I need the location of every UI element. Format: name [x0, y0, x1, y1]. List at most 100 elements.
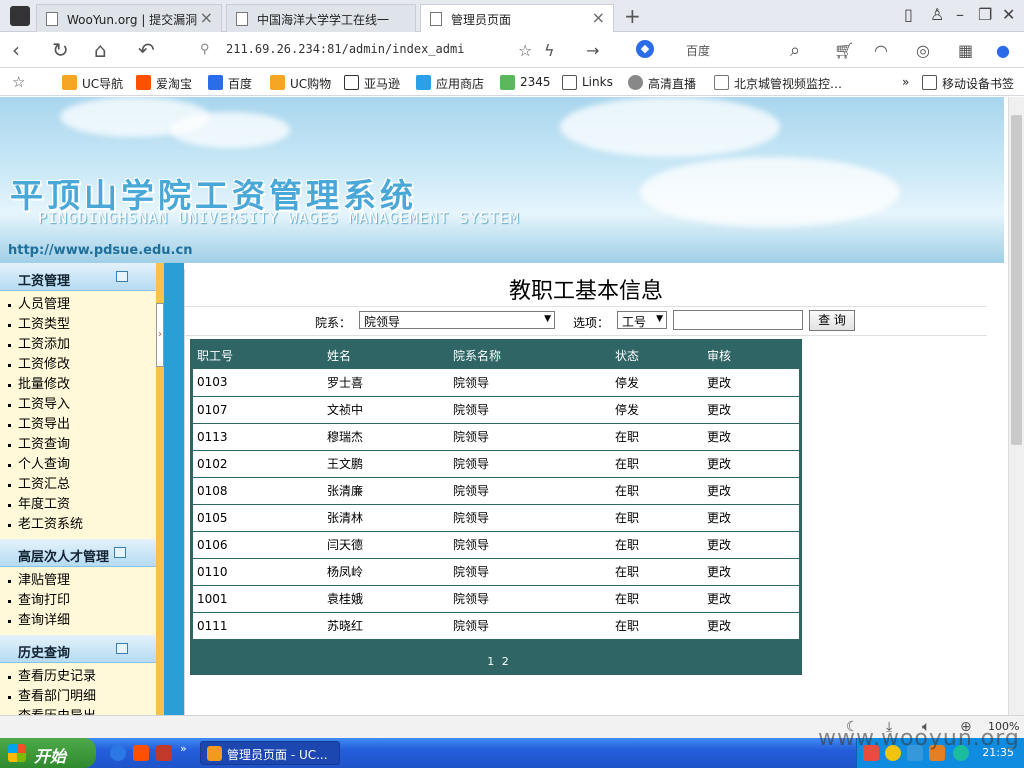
menu-item[interactable]: 工资导入 — [6, 395, 156, 415]
tab-admin-page[interactable]: 管理员页面 × — [420, 4, 614, 32]
taskbar-item-browser[interactable]: 管理员页面 - UC... — [200, 741, 340, 765]
reload-icon[interactable]: ↻ — [52, 38, 69, 62]
browser-logo-icon[interactable] — [10, 6, 30, 26]
bookmark-uc-nav[interactable]: UC导航 — [62, 75, 123, 92]
menu-item[interactable]: 工资修改 — [6, 355, 156, 375]
cell-dept: 院领导 — [449, 369, 611, 397]
edit-link[interactable]: 更改 — [703, 531, 799, 559]
close-window-button[interactable]: ✕ — [1002, 5, 1015, 24]
expand-icon[interactable] — [116, 271, 128, 282]
bookmark-baidu[interactable]: 百度 — [208, 75, 252, 92]
speed-icon[interactable]: ϟ — [544, 41, 555, 60]
menu-item[interactable]: 查询打印 — [6, 591, 156, 611]
bookmark-star-icon[interactable]: ☆ — [12, 73, 25, 91]
minimize-button[interactable]: – — [956, 5, 964, 24]
bookmark-beijing-cctv[interactable]: 北京城管视频监控… — [714, 75, 842, 92]
edit-link[interactable]: 更改 — [703, 612, 799, 640]
menu-item[interactable]: 年度工资 — [6, 495, 156, 515]
bookmark-ai-taobao[interactable]: 爱淘宝 — [136, 75, 192, 92]
menu-item[interactable]: 查看部门明细 — [6, 687, 156, 707]
table-row: 0105 张清林 院领导 在职 更改 — [193, 504, 799, 532]
edit-link[interactable]: 更改 — [703, 558, 799, 586]
search-icon[interactable]: ⌕ — [790, 40, 800, 61]
option-select[interactable]: 工号 ▼ — [617, 311, 667, 329]
bookmark-label: Links — [582, 75, 613, 89]
menu-item[interactable]: 工资导出 — [6, 415, 156, 435]
folder-icon — [922, 75, 937, 90]
expand-icon[interactable] — [116, 643, 128, 654]
search-engine-label: 百度 — [686, 44, 711, 58]
go-icon[interactable]: → — [586, 41, 599, 60]
query-button[interactable]: 查 询 — [809, 310, 855, 331]
bookmark-label: UC购物 — [290, 77, 332, 91]
menu-item[interactable]: 批量修改 — [6, 375, 156, 395]
page-link-2[interactable]: 2 — [502, 655, 509, 668]
bookmark-mobile[interactable]: 移动设备书签 — [922, 75, 1014, 92]
url-text: 211.69.26.234:81/admin/index_admi — [226, 42, 465, 56]
menu-item[interactable]: 工资类型 — [6, 315, 156, 335]
search-engine-box[interactable]: ◆ 百度 — [636, 40, 786, 60]
skin-icon[interactable]: ♙ — [930, 5, 944, 24]
sidebar-toggle-icon[interactable]: ▯ — [904, 5, 913, 24]
section-header-history[interactable]: 历史查询 — [0, 635, 156, 663]
query-input[interactable] — [673, 310, 803, 330]
start-button[interactable]: 开始 — [0, 738, 96, 768]
edit-link[interactable]: 更改 — [703, 585, 799, 613]
edit-link[interactable]: 更改 — [703, 369, 799, 397]
back-icon[interactable]: ‹ — [12, 38, 20, 62]
apps-grid-icon[interactable]: ▦ — [958, 41, 973, 60]
site-info-icon[interactable]: ⚲ — [200, 42, 218, 58]
menu-item[interactable]: 人员管理 — [6, 295, 156, 315]
close-icon[interactable]: × — [592, 8, 605, 27]
new-tab-button[interactable]: + — [624, 4, 641, 28]
menu-item[interactable]: 老工资系统 — [6, 515, 156, 535]
edit-link[interactable]: 更改 — [703, 477, 799, 505]
menu-item[interactable]: 工资查询 — [6, 435, 156, 455]
edit-link[interactable]: 更改 — [703, 396, 799, 424]
page-scrollbar[interactable] — [1008, 97, 1024, 715]
menu-item[interactable]: 个人查询 — [6, 455, 156, 475]
privacy-icon[interactable]: ◎ — [916, 41, 930, 60]
restore-button[interactable]: ❐ — [978, 5, 992, 24]
menu-item[interactable]: 工资添加 — [6, 335, 156, 355]
home-icon[interactable]: ⌂ — [94, 38, 107, 62]
bookmark-2345[interactable]: 2345 — [500, 75, 551, 90]
cell-name: 袁桂娥 — [323, 585, 449, 613]
bookmark-hd-live[interactable]: 高清直播 — [628, 75, 696, 92]
edit-link[interactable]: 更改 — [703, 423, 799, 451]
dept-select[interactable]: 院领导 ▼ — [359, 311, 555, 329]
section-header-wages[interactable]: 工资管理 — [0, 263, 156, 291]
more-bookmarks-chevron[interactable]: » — [902, 75, 909, 89]
section-header-talent[interactable]: 高层次人才管理 — [0, 539, 156, 567]
bookmark-links[interactable]: Links — [562, 75, 613, 90]
menu-item[interactable]: 查询详细 — [6, 611, 156, 631]
menu-item[interactable]: 工资汇总 — [6, 475, 156, 495]
bookmark-amazon[interactable]: 亚马逊 — [344, 75, 400, 92]
bookmark-app-store[interactable]: 应用商店 — [416, 75, 484, 92]
bookmark-uc-shopping[interactable]: UC购物 — [270, 75, 331, 92]
close-icon[interactable]: × — [200, 8, 213, 27]
bookmark-label: 2345 — [520, 75, 551, 89]
taobao-icon[interactable] — [133, 745, 149, 761]
tab-ouc[interactable]: 中国海洋大学学工在线一 — [226, 4, 416, 32]
app-store-icon — [416, 75, 431, 90]
menu-item[interactable]: 查看历史记录 — [6, 667, 156, 687]
menu-item[interactable]: 查看历史导出 — [6, 707, 156, 715]
tab-wooyun[interactable]: WooYun.org | 提交漏洞 × — [36, 4, 222, 32]
expand-icon[interactable] — [114, 547, 126, 558]
page-link-1[interactable]: 1 — [487, 655, 494, 668]
edit-link[interactable]: 更改 — [703, 450, 799, 478]
more-chevron-icon[interactable]: » — [180, 742, 190, 758]
app-quick-icon[interactable] — [156, 745, 172, 761]
favorite-star-icon[interactable]: ☆ — [518, 41, 532, 60]
collapse-sidebar-handle[interactable]: › — [156, 303, 164, 367]
uc-icon — [270, 75, 285, 90]
cart-icon[interactable]: 🛒︎ — [834, 41, 854, 60]
edit-link[interactable]: 更改 — [703, 504, 799, 532]
menu-item[interactable]: 津贴管理 — [6, 571, 156, 591]
undo-icon[interactable]: ↶ — [138, 38, 155, 62]
scrollbar-thumb[interactable] — [1011, 115, 1022, 445]
wifi-icon[interactable]: ◠ — [874, 41, 888, 60]
ie-icon[interactable] — [110, 745, 126, 761]
extension-icon[interactable]: ● — [996, 41, 1010, 60]
